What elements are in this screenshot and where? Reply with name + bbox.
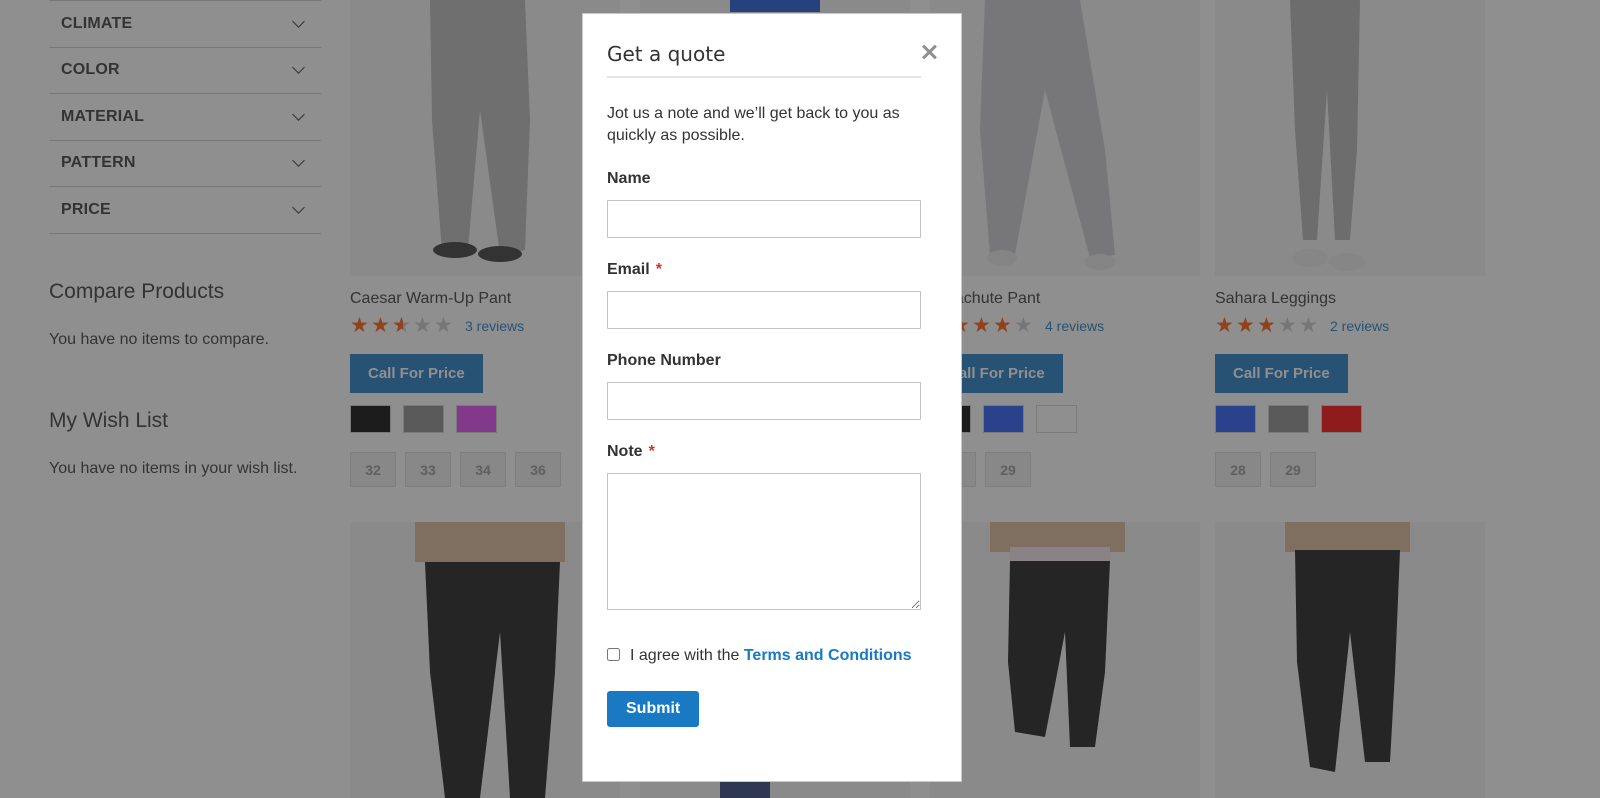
phone-input[interactable] bbox=[607, 382, 921, 420]
note-label: Note * bbox=[607, 443, 920, 461]
phone-label-text: Phone Number bbox=[607, 352, 721, 369]
email-label-text: Email bbox=[607, 261, 650, 278]
name-field-group: Name bbox=[607, 170, 921, 238]
phone-field-group: Phone Number bbox=[607, 352, 921, 420]
name-label-text: Name bbox=[607, 170, 651, 187]
email-input[interactable] bbox=[607, 291, 921, 329]
required-marker: * bbox=[648, 443, 655, 460]
name-input[interactable] bbox=[607, 200, 921, 238]
agree-text: I agree with the bbox=[630, 647, 744, 664]
agree-checkbox[interactable] bbox=[607, 648, 620, 661]
note-label-text: Note bbox=[607, 443, 643, 460]
close-x-icon[interactable] bbox=[919, 42, 939, 62]
modal-title: Get a quote bbox=[607, 42, 921, 78]
submit-button[interactable]: Submit bbox=[607, 691, 700, 727]
terms-agreement: I agree with the Terms and Conditions bbox=[607, 645, 921, 667]
name-label: Name bbox=[607, 170, 920, 188]
terms-link[interactable]: Terms and Conditions bbox=[744, 647, 912, 664]
note-textarea[interactable] bbox=[607, 473, 921, 610]
modal-intro: Jot us a note and we’ll get back to you … bbox=[607, 105, 900, 144]
email-field-group: Email * bbox=[607, 261, 921, 329]
note-field-group: Note * bbox=[607, 443, 921, 615]
email-label: Email * bbox=[607, 261, 920, 279]
phone-label: Phone Number bbox=[607, 352, 920, 370]
required-marker: * bbox=[655, 261, 662, 278]
quote-modal: Get a quote Jot us a note and we’ll get … bbox=[582, 13, 962, 782]
